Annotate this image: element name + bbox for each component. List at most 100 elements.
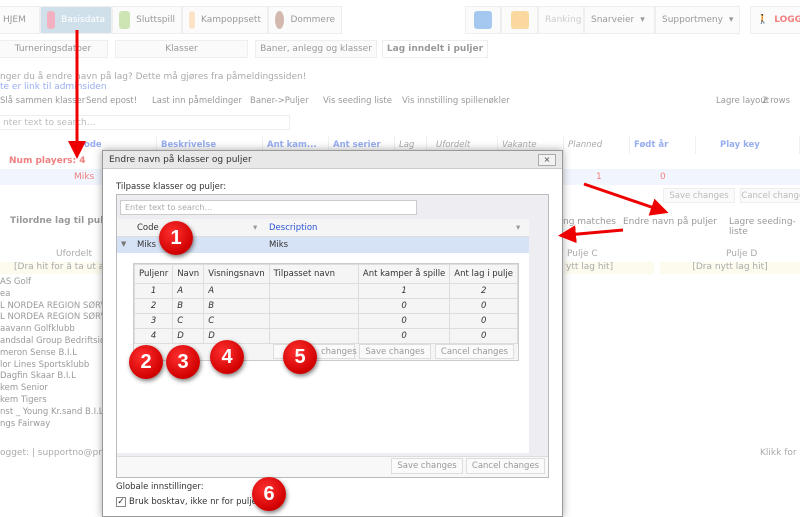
dialog-search-input[interactable]: Enter text to search... (120, 200, 417, 215)
col-ant-lag[interactable]: Ant lag i pulje (449, 264, 518, 284)
nav-label: Supportmeny (662, 15, 723, 25)
col-tilpasset-navn[interactable]: Tilpasset navn (268, 264, 359, 284)
calendar-icon (47, 11, 56, 29)
team-item[interactable]: kem Tigers (0, 395, 47, 405)
grid-search-input[interactable]: nter text to search... (0, 115, 290, 130)
pulje-d-drop-zone[interactable]: [Dra nytt lag hit] (660, 262, 800, 274)
cell: D (203, 328, 270, 344)
col-description[interactable]: Description (269, 223, 317, 233)
table-row[interactable]: 4DD00 (133, 328, 518, 344)
col-visningsnavn[interactable]: Visningsnavn (203, 264, 270, 284)
filter-icon[interactable]: ▾ (253, 223, 257, 233)
col-ant-kamper[interactable]: Ant kamper å spille (357, 264, 451, 284)
detail-save-button[interactable]: Save changes (359, 344, 431, 359)
admin-link[interactable]: te er link til adminsiden (0, 82, 107, 92)
row-fodt: 0 (660, 172, 666, 182)
search-icon (474, 11, 492, 29)
nav-label: Kampoppsett (201, 15, 261, 25)
merge-classes-button[interactable]: Slå sammen klasser (0, 96, 85, 106)
nav-sluttspill[interactable]: Sluttspill (112, 6, 182, 34)
col-code[interactable]: Code (137, 223, 159, 233)
cell: C (203, 313, 270, 329)
cell: 3 (133, 313, 174, 329)
team-item[interactable]: aavann Golfklubb (0, 324, 75, 334)
assign-teams-title: Tilordne lag til puljer (10, 216, 117, 226)
letter-checkbox[interactable]: ✓ (116, 497, 126, 507)
table-row[interactable]: 2BB00 (133, 298, 518, 314)
footer-link[interactable]: Klikk for (760, 448, 797, 458)
pulje-c-drop-zone[interactable]: ytt lag hit] (564, 262, 654, 274)
nav-dommere[interactable]: Dommere (268, 6, 342, 34)
cancel-button[interactable]: Cancel changes (466, 458, 545, 474)
nav-label: Snarveier (591, 15, 635, 25)
tab-turneringsdatoer[interactable]: Turneringsdatoer (0, 40, 108, 58)
chat-upload-icon (510, 11, 529, 29)
send-email-button[interactable]: Send epost! (86, 96, 137, 106)
referee-icon (275, 11, 285, 29)
team-item[interactable]: meron Sense B.I.L (0, 348, 77, 358)
message-button[interactable] (501, 6, 538, 34)
table-row[interactable]: 3CC00 (133, 313, 518, 329)
search-button[interactable] (465, 6, 501, 34)
logout-button[interactable]: 🚶 LOGG (750, 6, 800, 34)
team-item[interactable]: ngs Fairway (0, 419, 50, 429)
team-item[interactable]: L NORDEA REGION SØRVES (0, 301, 117, 311)
tab-baner[interactable]: Baner, anlegg og klasser (255, 40, 377, 58)
nav-snarveier[interactable]: Snarveier ▾ (584, 6, 655, 34)
team-item[interactable]: nst _ Young Kr.sand B.I.L (0, 407, 104, 417)
col-play-key[interactable]: Play key (716, 136, 800, 154)
col-puljenr[interactable]: Puljenr (133, 264, 174, 284)
matches-button[interactable]: ng matches (563, 217, 616, 227)
nav-kampoppsett[interactable]: Kampoppsett (182, 6, 268, 34)
cell: B (203, 298, 270, 314)
cell[interactable] (268, 298, 359, 314)
cell: 0 (449, 298, 518, 314)
cell[interactable] (268, 283, 359, 299)
detail-cancel-button[interactable]: Cancel changes (435, 344, 514, 359)
table-row[interactable]: 1AA12 (133, 283, 518, 299)
reload-button[interactable]: Last inn påmeldinger (152, 96, 242, 106)
col-planned[interactable]: Planned (564, 136, 630, 154)
team-item[interactable]: lor Lines Sportsklubb (0, 360, 89, 370)
cell[interactable] (268, 313, 359, 329)
team-item[interactable]: L NORDEA REGION SØRVES (0, 312, 117, 322)
row-planned: 1 (596, 172, 602, 182)
team-item[interactable]: ea (0, 289, 10, 299)
rename-pools-button[interactable]: Endre navn på puljer (623, 217, 717, 227)
team-item[interactable]: AS Golf (0, 277, 31, 287)
nav-ranking[interactable]: Ranking (538, 6, 584, 34)
save-button[interactable]: Save changes (391, 458, 463, 474)
tab-lag-inndelt[interactable]: Lag inndelt i puljer (382, 40, 488, 58)
button-label: changes (321, 346, 357, 357)
dialog-subtitle: Tilpasse klasser og puljer: (116, 182, 227, 192)
cell[interactable] (268, 328, 359, 344)
filter-icon[interactable]: ▾ (516, 223, 520, 233)
nav-supportmeny[interactable]: Supportmeny ▾ (655, 6, 740, 34)
grid-cancel-button[interactable]: Cancel changes (740, 188, 800, 203)
cell: A (203, 283, 270, 299)
close-button[interactable]: × (538, 154, 556, 166)
col-fodt-ar[interactable]: Født år (630, 136, 696, 154)
col-navn[interactable]: Navn (172, 264, 205, 284)
baner-puljer-button[interactable]: Baner->Puljer (250, 96, 309, 106)
tab-klasser[interactable]: Klasser (115, 40, 248, 58)
letter-checkbox-label[interactable]: Bruk bosktav, ikke nr for pulje (av) (129, 497, 276, 507)
walk-icon: 🚶 (757, 15, 769, 25)
expand-icon[interactable]: ▼ (121, 240, 126, 248)
cell: 0 (357, 313, 451, 329)
cell: 4 (133, 328, 174, 344)
tab-label: Turneringsdatoer (14, 44, 92, 54)
save-seeding-button[interactable]: Lagre seeding-liste (729, 217, 800, 237)
team-item[interactable]: Dagfin Skaar B.I.L (0, 371, 76, 381)
table-row[interactable] (117, 237, 529, 253)
seeding-list-button[interactable]: Vis seeding liste (323, 96, 392, 106)
nav-basisdata[interactable]: Basisdata (40, 6, 112, 34)
dialog-titlebar[interactable]: Endre navn på klasser og puljer × (103, 151, 562, 169)
ufordelt-drop-zone[interactable]: [Dra hit for å ta ut av p (0, 262, 102, 274)
detail-undo-button[interactable]: changes (273, 344, 357, 359)
tab-label: Baner, anlegg og klasser (260, 44, 372, 54)
nav-home[interactable]: HJEM (0, 6, 40, 34)
team-item[interactable]: kem Senior (0, 383, 48, 393)
grid-save-button[interactable]: Save changes (663, 188, 735, 203)
play-keys-button[interactable]: Vis innstilling spillenøkler (402, 96, 510, 106)
